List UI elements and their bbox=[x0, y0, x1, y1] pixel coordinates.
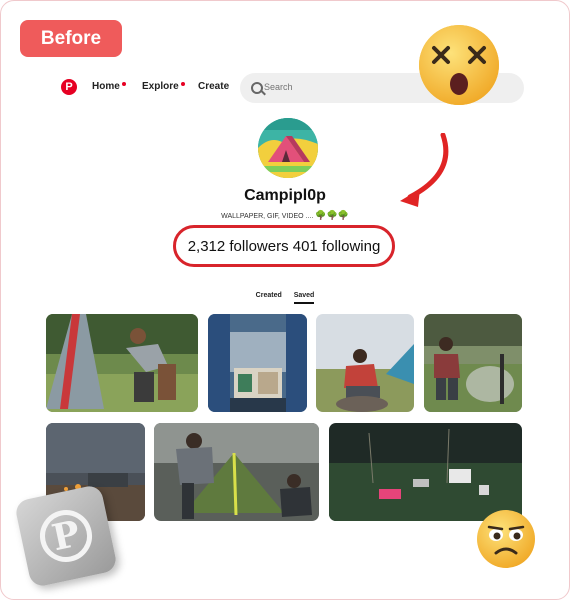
notification-dot bbox=[180, 82, 185, 86]
pin-camping-tent-man[interactable] bbox=[46, 314, 198, 412]
nav-explore[interactable]: Explore bbox=[142, 81, 185, 92]
profile-bio-text: WALLPAPER, GIF, VIDEO .... bbox=[221, 213, 314, 220]
nav-create[interactable]: Create bbox=[198, 81, 229, 92]
pinterest-badge-icon: P bbox=[13, 483, 119, 589]
red-arrow-icon bbox=[400, 133, 449, 207]
profile-tabs: Created Saved bbox=[0, 292, 570, 304]
tab-saved[interactable]: Saved bbox=[293, 292, 315, 304]
pin-van-interior[interactable] bbox=[208, 314, 307, 412]
tree-emojis: 🌳🌳🌳 bbox=[315, 210, 349, 220]
before-badge: Before bbox=[20, 20, 122, 57]
nav-home-label: Home bbox=[92, 81, 120, 92]
nav-explore-label: Explore bbox=[142, 81, 179, 92]
tab-created[interactable]: Created bbox=[256, 292, 282, 302]
profile-bio: WALLPAPER, GIF, VIDEO .... 🌳🌳🌳 bbox=[0, 210, 570, 221]
pin-setting-up-tent[interactable] bbox=[154, 423, 319, 521]
worried-face-emoji-icon bbox=[477, 510, 535, 568]
nav-home[interactable]: Home bbox=[92, 81, 126, 92]
dizzy-face-emoji-icon bbox=[419, 25, 499, 105]
pin-campsite-gear[interactable] bbox=[329, 423, 522, 521]
follower-stats-text: 2,312 followers 401 following bbox=[187, 237, 381, 255]
pin-man-sitting-outdoors[interactable] bbox=[316, 314, 414, 412]
avatar[interactable] bbox=[258, 118, 318, 178]
before-label: Before bbox=[40, 27, 102, 49]
nav-create-label: Create bbox=[198, 81, 230, 92]
pin-man-by-fire[interactable] bbox=[424, 314, 522, 412]
profile-name: Campipl0p bbox=[244, 187, 326, 204]
notification-dot bbox=[121, 82, 126, 86]
follower-stats[interactable]: 2,312 followers 401 following bbox=[173, 225, 395, 267]
pinterest-p-icon: P bbox=[35, 505, 97, 567]
pinterest-logo-icon[interactable]: P bbox=[61, 79, 77, 95]
